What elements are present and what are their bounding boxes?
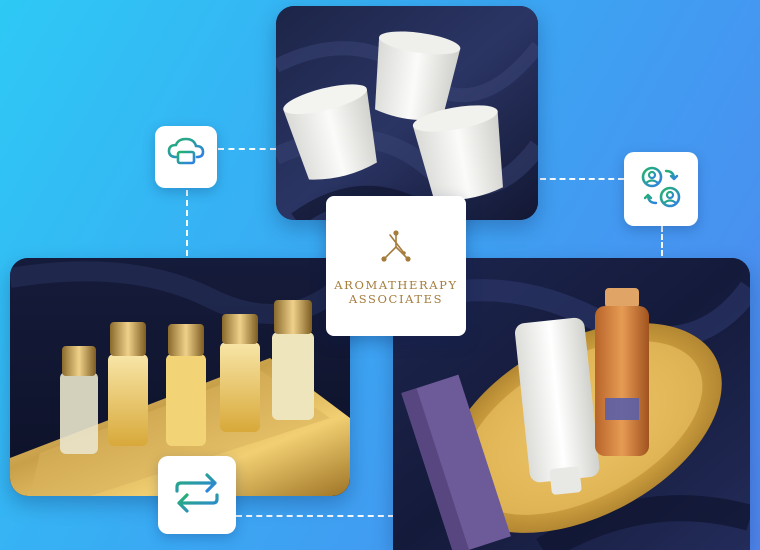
- brand-emblem-icon: [376, 227, 416, 272]
- candles-product-photo: [276, 6, 538, 220]
- sync-arrows-icon: [173, 472, 221, 518]
- connector-line: [236, 515, 394, 517]
- cloud-monitor-tile[interactable]: [155, 126, 217, 188]
- brand-name-line-1: AROMATHERAPY: [334, 277, 458, 292]
- user-swap-tile[interactable]: [624, 152, 698, 226]
- connector-line: [218, 148, 276, 150]
- connector-line: [661, 226, 663, 256]
- connector-line: [186, 190, 188, 256]
- user-swap-icon: [639, 165, 683, 214]
- brand-logo-card: AROMATHERAPY ASSOCIATES: [326, 196, 466, 336]
- brand-name-line-2: ASSOCIATES: [348, 291, 444, 306]
- cloud-monitor-icon: [166, 137, 206, 178]
- connector-line: [540, 178, 624, 180]
- sync-arrows-tile[interactable]: [158, 456, 236, 534]
